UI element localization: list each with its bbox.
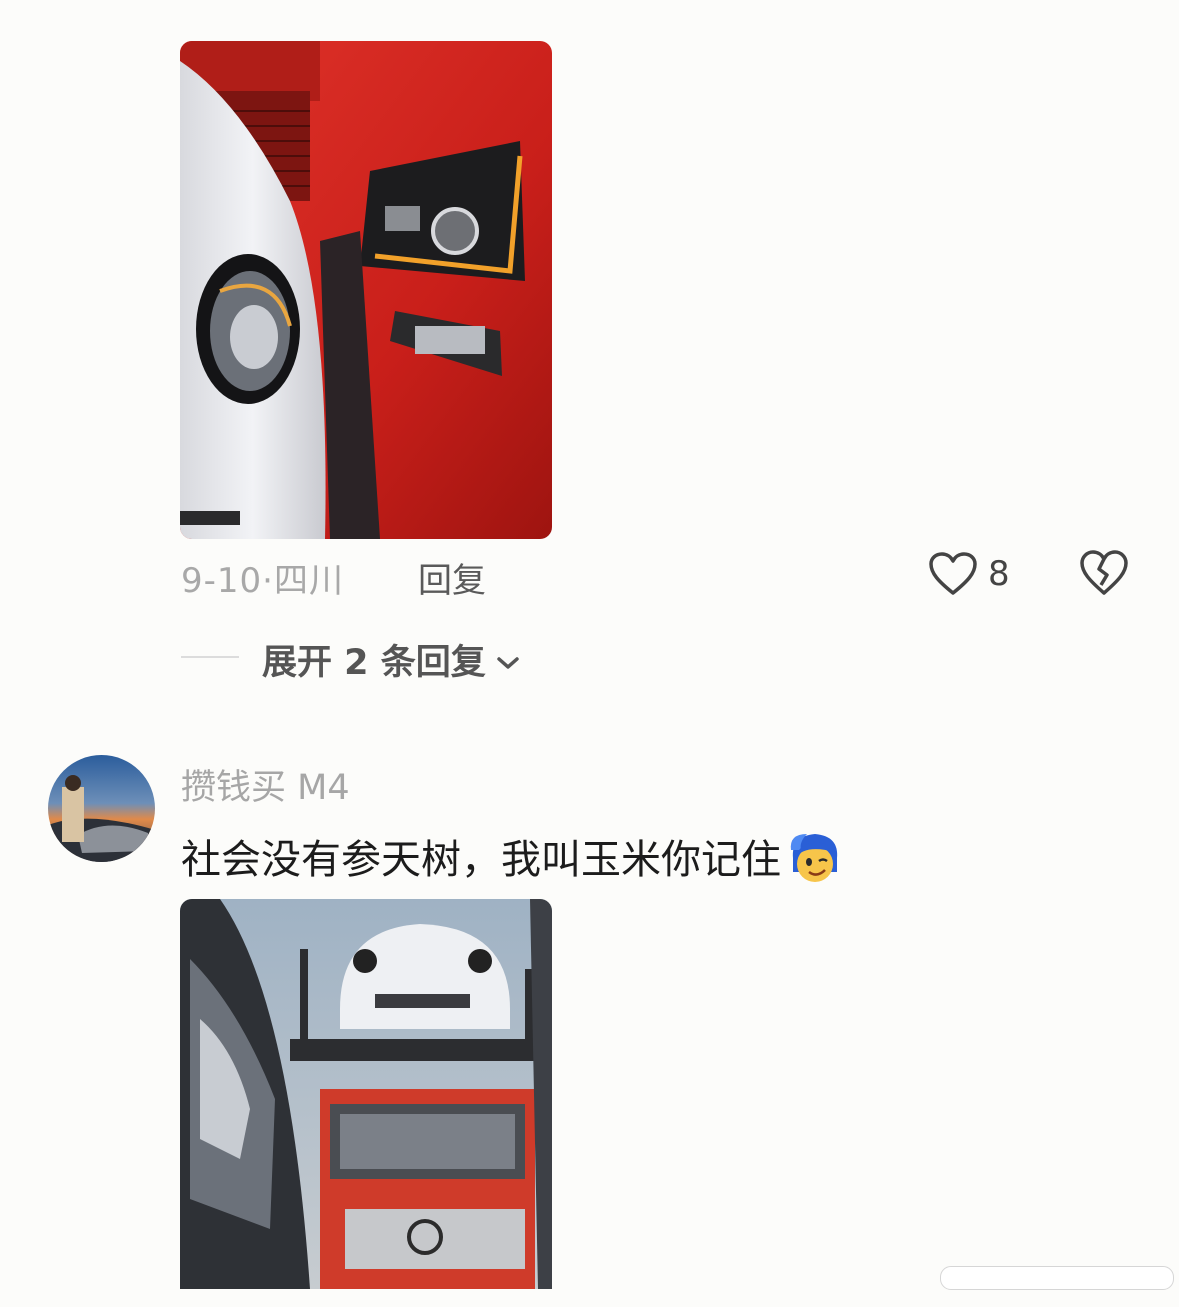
smirk-emoji-icon	[785, 828, 845, 888]
comment-image[interactable]	[180, 899, 552, 1289]
car-truck-photo	[180, 41, 552, 539]
heart-outline-icon	[929, 552, 977, 595]
meta-separator: ·	[262, 561, 274, 601]
username[interactable]: 攒钱买 M4	[181, 759, 350, 810]
car-carrier-photo	[180, 899, 552, 1289]
like-count: 8	[988, 554, 1010, 594]
comment-thread: 9-10·四川 回复 8 展开 2 条回复 攒钱买 M4 社会没有参天树，我叫玉…	[0, 0, 1179, 1307]
avatar[interactable]	[48, 755, 155, 862]
comment-meta: 9-10·四川	[181, 553, 344, 602]
expand-replies-label: 展开 2 条回复	[262, 643, 486, 683]
expand-replies-button[interactable]: 展开 2 条回复	[262, 634, 520, 685]
comment-location: 四川	[273, 561, 344, 601]
scroll-indicator[interactable]	[940, 1266, 1174, 1290]
comment-text: 社会没有参天树，我叫玉米你记住	[181, 827, 845, 892]
chevron-down-icon	[496, 640, 520, 680]
comment-body: 社会没有参天树，我叫玉米你记住	[181, 837, 781, 883]
comment-image[interactable]	[180, 41, 552, 539]
comment-date: 9-10	[181, 561, 263, 601]
like-button[interactable]: 8	[928, 549, 1028, 603]
expand-divider	[181, 656, 239, 658]
broken-heart-icon	[1080, 550, 1128, 595]
dislike-button[interactable]	[1079, 549, 1129, 601]
reply-button[interactable]: 回复	[418, 553, 486, 602]
